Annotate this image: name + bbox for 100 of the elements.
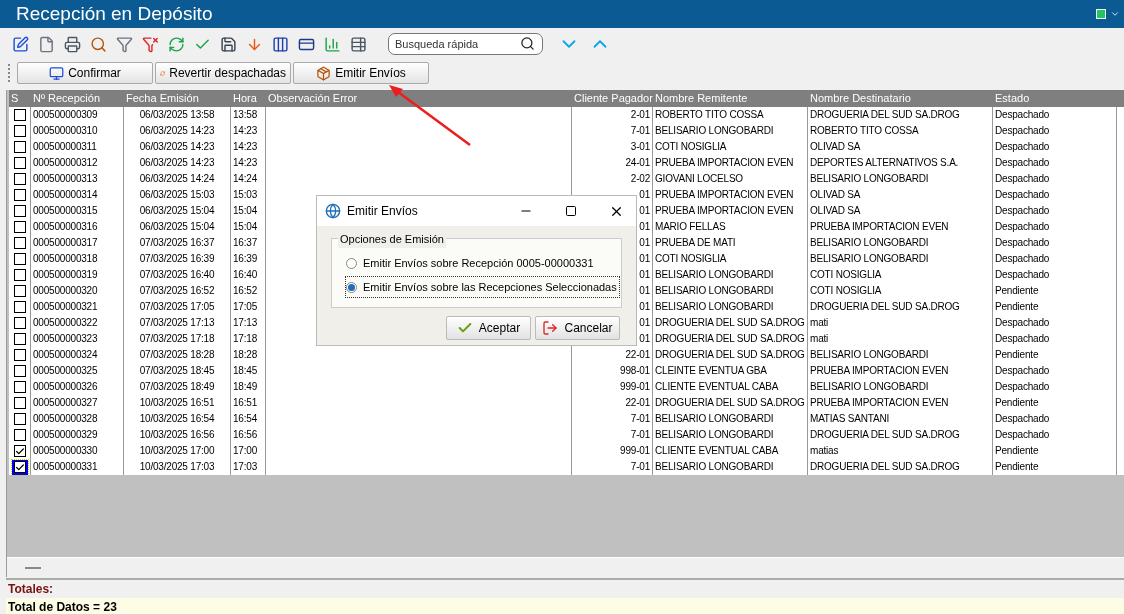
document-icon[interactable] [38,35,55,53]
action-button[interactable]: Confirmar [17,62,153,84]
action-button[interactable]: Revertir despachadas [155,62,291,84]
table-cell: DEPORTES ALTERNATIVOS S.A. [810,157,959,168]
table-cell: Despachado [995,237,1050,248]
table-cell: OLIVAD SA [810,141,861,152]
table-cell: Despachado [995,189,1050,200]
action-button[interactable]: Emitir Envíos [293,62,429,84]
table-cell: BELISARIO LONGOBARDI [655,413,774,424]
table-cell: 000500000324 [33,349,98,360]
table-cell: 10/03/2025 17:00 [139,445,215,456]
table-cell: 16:51 [233,397,258,408]
search-icon[interactable] [90,35,107,53]
column-header[interactable]: Estado [995,92,1030,104]
column-header[interactable]: Nombre Destinatario [810,92,911,104]
table-cell: 000500000329 [33,429,98,440]
table-cell: BELISARIO LONGOBARDI [655,429,774,440]
table-cell: 10/03/2025 17:03 [139,461,215,472]
table-cell: 01 [639,237,650,248]
search-field[interactable]: Busqueda rápida [388,33,543,55]
table-cell: 16:37 [233,237,258,248]
table-cell: 01 [639,285,650,296]
table-cell: 18:45 [233,365,258,376]
table-cell: 16:52 [233,285,258,296]
table-cell: mati [810,333,829,344]
table-cell: 06/03/2025 14:23 [139,125,215,136]
columns-icon[interactable] [272,35,289,53]
table-cell: DROGUERIA DEL SUD SA.DROG [810,109,960,120]
table-cell: 15:04 [233,205,258,216]
table-cell: 3-01 [630,141,650,152]
table-cell: Despachado [995,413,1050,424]
table-cell: 07/03/2025 16:40 [139,269,215,280]
table-cell: 06/03/2025 15:04 [139,221,215,232]
table-cell: Despachado [995,205,1050,216]
table-cell: 000500000312 [33,157,98,168]
table-cell: PRUEBA IMPORTACION EVEN [810,221,949,232]
maximize-icon[interactable] [565,205,577,217]
table-cell: PRUEBA IMPORTACION EVEN [810,365,949,376]
dialog-button[interactable]: Aceptar [446,316,531,340]
table-cell: 18:49 [233,381,258,392]
dropdown-icon[interactable] [1110,9,1120,19]
printer-icon[interactable] [64,35,81,53]
table-cell: 000500000326 [33,381,98,392]
column-header[interactable]: S [11,92,19,104]
table-cell: BELISARIO LONGOBARDI [810,253,929,264]
table-cell: 07/03/2025 16:52 [139,285,215,296]
table-cell: COTI NOSIGLIA [810,269,882,280]
table-cell: 17:03 [233,461,258,472]
table-cell: 000500000320 [33,285,98,296]
column-header[interactable]: Hora [233,92,257,104]
table-cell: 15:04 [233,221,258,232]
table-cell: 16:39 [233,253,258,264]
table-cell: 06/03/2025 14:24 [139,173,215,184]
table-cell: DROGUERIA DEL SUD SA.DROG [655,349,805,360]
table-cell: 14:23 [233,157,258,168]
table-cell: COTI NOSIGLIA [655,141,727,152]
table-cell: 7-01 [630,125,650,136]
table-cell: BELISARIO LONGOBARDI [655,269,774,280]
table-cell: 24-01 [625,157,650,168]
exit-icon [542,320,559,336]
table-cell: 7-01 [630,413,650,424]
column-header[interactable]: Cliente Pagador [574,92,653,104]
table-cell: MATIAS SANTANI [810,413,890,424]
table-cell: BELISARIO LONGOBARDI [655,125,774,136]
collapse-handle[interactable] [25,566,41,569]
column-header[interactable]: Nombre Remitente [655,92,748,104]
table-cell: 2-02 [630,173,650,184]
table-cell: 000500000315 [33,205,98,216]
table-cell: 17:18 [233,333,258,344]
column-header[interactable]: Observación Error [268,92,358,104]
dialog-title: Emitir Envíos [347,203,419,220]
column-header[interactable]: Nº Recepción [33,92,100,104]
table-cell: COTI NOSIGLIA [810,285,882,296]
table-cell: 999-01 [620,445,650,456]
table-cell: Pendiente [995,301,1039,312]
dialog-button[interactable]: Cancelar [535,316,620,340]
filter-icon[interactable] [116,35,133,53]
save-icon[interactable] [220,35,237,53]
table-cell: 14:23 [233,125,258,136]
table-cell: 07/03/2025 17:05 [139,301,215,312]
table-cell: 01 [639,189,650,200]
refresh-icon[interactable] [168,35,185,53]
table-cell: 01 [639,317,650,328]
table-cell: Despachado [995,141,1050,152]
table-cell: 000500000322 [33,317,98,328]
edit-icon[interactable] [12,35,29,53]
table-icon[interactable] [350,35,367,53]
table-cell: mati [810,317,829,328]
radio-option[interactable]: Emitir Envíos sobre las Recepciones Seleccionadas [346,277,619,297]
table-cell: DROGUERIA DEL SUD SA.DROG [655,397,805,408]
column-header[interactable]: Fecha Emisión [126,92,199,104]
bar-chart-icon[interactable] [324,35,341,53]
radio-option[interactable]: Emitir Envíos sobre Recepción 0005-00000331 [346,253,596,273]
table-cell: 01 [639,269,650,280]
filter-remove-icon[interactable] [142,35,159,53]
table-cell: BELISARIO LONGOBARDI [810,237,929,248]
table-cell: 17:00 [233,445,258,456]
toolbar-grip [8,64,11,82]
table-cell: 000500000316 [33,221,98,232]
table-cell: COTI NOSIGLIA [655,253,727,264]
